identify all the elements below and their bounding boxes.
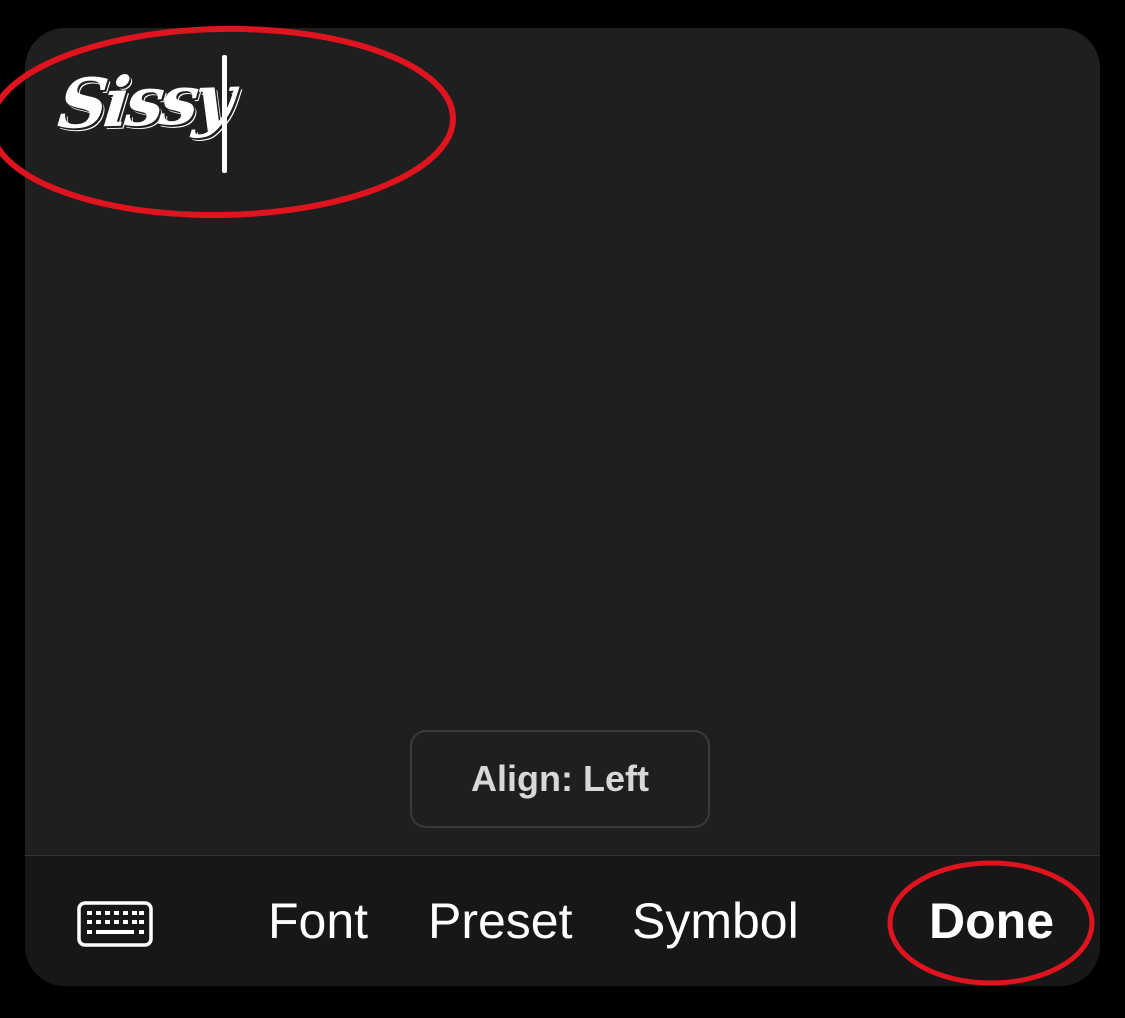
symbol-button[interactable]: Symbol: [632, 856, 799, 986]
font-button[interactable]: Font: [268, 856, 368, 986]
done-button[interactable]: Done: [929, 856, 1054, 986]
text-edit-panel: Sissy Align: Left Font Preset Symbol Don…: [25, 28, 1100, 986]
symbol-label: Symbol: [632, 893, 799, 949]
bottom-toolbar: Font Preset Symbol Done: [25, 855, 1100, 986]
align-button[interactable]: Align: Left: [410, 730, 710, 828]
text-editor-area[interactable]: Sissy Align: Left: [25, 28, 1100, 855]
preset-label: Preset: [428, 893, 573, 949]
text-cursor: [222, 55, 227, 173]
align-label: Align: Left: [471, 758, 649, 799]
font-label: Font: [268, 893, 369, 949]
typed-text: Sissy: [54, 59, 235, 145]
keyboard-icon[interactable]: [77, 901, 153, 947]
preset-button[interactable]: Preset: [428, 856, 573, 986]
done-label: Done: [929, 893, 1054, 949]
